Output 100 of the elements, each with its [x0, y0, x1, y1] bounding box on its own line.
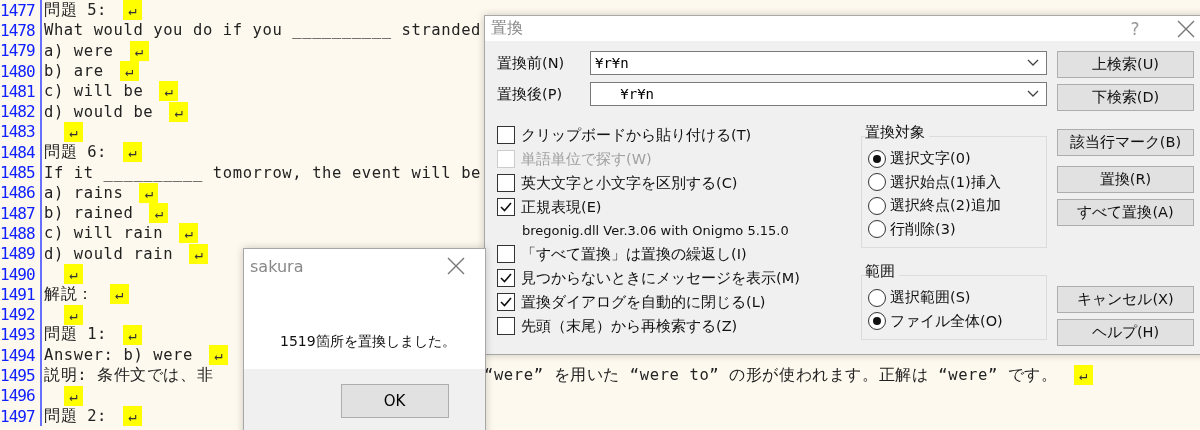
line-number: 1483 — [0, 121, 42, 143]
text-line: d) would rain — [44, 244, 174, 263]
line-number: 1484 — [0, 142, 42, 163]
combo-field[interactable]: ¥r¥n — [590, 51, 1047, 75]
chevron-down-icon[interactable] — [1027, 90, 1039, 98]
dialog-button[interactable]: キャンセル(X) — [1057, 286, 1194, 313]
text-line: c) will rain — [44, 224, 164, 243]
line-break-mark: ↵ — [169, 101, 189, 122]
line-number: 1493 — [0, 324, 42, 346]
option-label: クリップボードから貼り付ける(T) — [521, 125, 752, 145]
radio-button[interactable] — [868, 196, 886, 215]
option-label: 見つからないときにメッセージを表示(M) — [521, 268, 800, 288]
line-break-mark: ↵ — [64, 304, 83, 325]
line-break-mark: ↵ — [209, 345, 228, 366]
group-title: 範囲 — [865, 262, 899, 281]
text-line: What would you do if you __________ stranded — [44, 21, 481, 40]
line-number: 1478 — [0, 20, 42, 41]
line-number: 1482 — [0, 101, 42, 122]
line-break-mark: ↵ — [64, 385, 83, 406]
line-break-mark: ↵ — [139, 182, 159, 203]
line-number: 1485 — [0, 162, 42, 183]
option-label: 「すべて置換」は置換の繰返し(I) — [521, 244, 747, 264]
text-line: 問題 5: — [44, 0, 107, 21]
radio-button[interactable] — [868, 149, 886, 168]
text-line: 問題 2: — [44, 405, 107, 427]
checkbox[interactable] — [497, 269, 515, 287]
text-line: a) were — [44, 41, 114, 60]
line-number: 1481 — [0, 81, 42, 102]
line-break-mark: ↵ — [64, 121, 83, 142]
window-title: sakura — [250, 256, 305, 276]
combo-field[interactable]: ¥r¥n — [590, 82, 1047, 106]
line-break-mark: ↵ — [189, 243, 209, 264]
line-number: 1486 — [0, 182, 42, 203]
line-break-mark: ↵ — [149, 203, 169, 224]
option-label: 正規表現(E) — [521, 197, 602, 217]
text-line: 問題 6: — [44, 141, 107, 163]
line-break-mark: ↵ — [64, 264, 83, 284]
line-number: 1480 — [0, 60, 42, 82]
dialog-button[interactable]: 該当行マーク(B) — [1057, 129, 1194, 156]
version-note: bregonig.dll Ver.3.06 with Onigmo 5.15.0 — [521, 222, 790, 240]
dialog-button[interactable]: 置換(R) — [1057, 166, 1194, 193]
text-line: 解説： — [44, 283, 94, 305]
option-label: 置換ダイアログを自動的に閉じる(L) — [521, 292, 766, 312]
field-label: 置換前(N) — [497, 53, 566, 73]
checkbox[interactable] — [497, 245, 515, 263]
line-number: 1477 — [0, 0, 42, 21]
dialog-button[interactable]: すべて置換(A) — [1057, 199, 1194, 226]
text-line: 問題 1: — [44, 324, 107, 346]
line-break-mark: ↵ — [123, 0, 142, 21]
line-break-mark: ↵ — [179, 223, 199, 244]
checkbox[interactable] — [497, 126, 515, 144]
option-label: 先頭（末尾）から再検索する(Z) — [521, 316, 738, 336]
checkbox[interactable] — [497, 174, 515, 192]
group-title: 置換対象 — [865, 123, 929, 142]
line-break-mark: ↵ — [123, 406, 142, 427]
option-label: 英大文字と小文字を区別する(C) — [521, 173, 738, 193]
option-label: 選択文字(0) — [890, 149, 971, 169]
option-label: ファイル全体(O) — [890, 311, 1003, 331]
text-line: a) rains — [44, 183, 124, 202]
ok-button[interactable]: OK — [340, 384, 449, 418]
option-label: 選択終点(2)追加 — [890, 196, 1001, 216]
radio-button[interactable] — [868, 173, 886, 192]
line-number: 1490 — [0, 263, 42, 285]
line-number: 1495 — [0, 365, 42, 386]
line-number: 1491 — [0, 284, 42, 305]
option-label: 行削除(3) — [890, 219, 956, 239]
radio-button[interactable] — [868, 312, 886, 331]
line-break-mark: ↵ — [123, 324, 142, 345]
radio-button[interactable] — [868, 220, 886, 239]
checkbox[interactable] — [497, 317, 515, 335]
line-break-mark: ↵ — [123, 142, 142, 163]
line-number: 1497 — [0, 405, 42, 427]
option-label: 選択始点(1)挿入 — [890, 172, 1001, 192]
dialog-button[interactable]: 下検索(D) — [1057, 84, 1194, 111]
option-label: 単語単位で探す(W) — [521, 149, 652, 169]
message-text: 1519箇所を置換しました。 — [280, 333, 456, 349]
line-break-mark: ↵ — [109, 284, 129, 305]
text-line: If it __________ tomorrow, the event will be — [44, 163, 481, 182]
line-break-mark: ↵ — [129, 40, 149, 61]
checkbox[interactable] — [497, 198, 515, 216]
line-number: 1479 — [0, 40, 42, 61]
text-line: d) would be — [44, 102, 154, 121]
text-line: “were” を用いた “were to” の形が使われます。正解は “were” です。 — [484, 365, 1058, 386]
checkbox[interactable] — [497, 293, 515, 311]
line-number: 1494 — [0, 345, 42, 366]
chevron-down-icon[interactable] — [1027, 59, 1039, 67]
line-break-mark: ↵ — [119, 61, 139, 82]
text-line: c) will be — [44, 82, 144, 101]
close-icon[interactable] — [445, 255, 467, 277]
line-break-mark: ↵ — [159, 81, 179, 102]
field-label: 置換後(P) — [497, 84, 564, 104]
dialog-button[interactable]: ヘルプ(H) — [1057, 319, 1194, 346]
dialog-button[interactable]: 上検索(U) — [1057, 51, 1194, 78]
option-label: 選択範囲(S) — [890, 288, 971, 308]
line-break-mark: ↵ — [1073, 365, 1093, 386]
text-line: 説明: 条件文では、非 — [44, 365, 215, 386]
radio-button[interactable] — [868, 288, 886, 307]
line-number: 1488 — [0, 223, 42, 244]
line-number: 1489 — [0, 243, 42, 264]
line-number: 1492 — [0, 304, 42, 325]
